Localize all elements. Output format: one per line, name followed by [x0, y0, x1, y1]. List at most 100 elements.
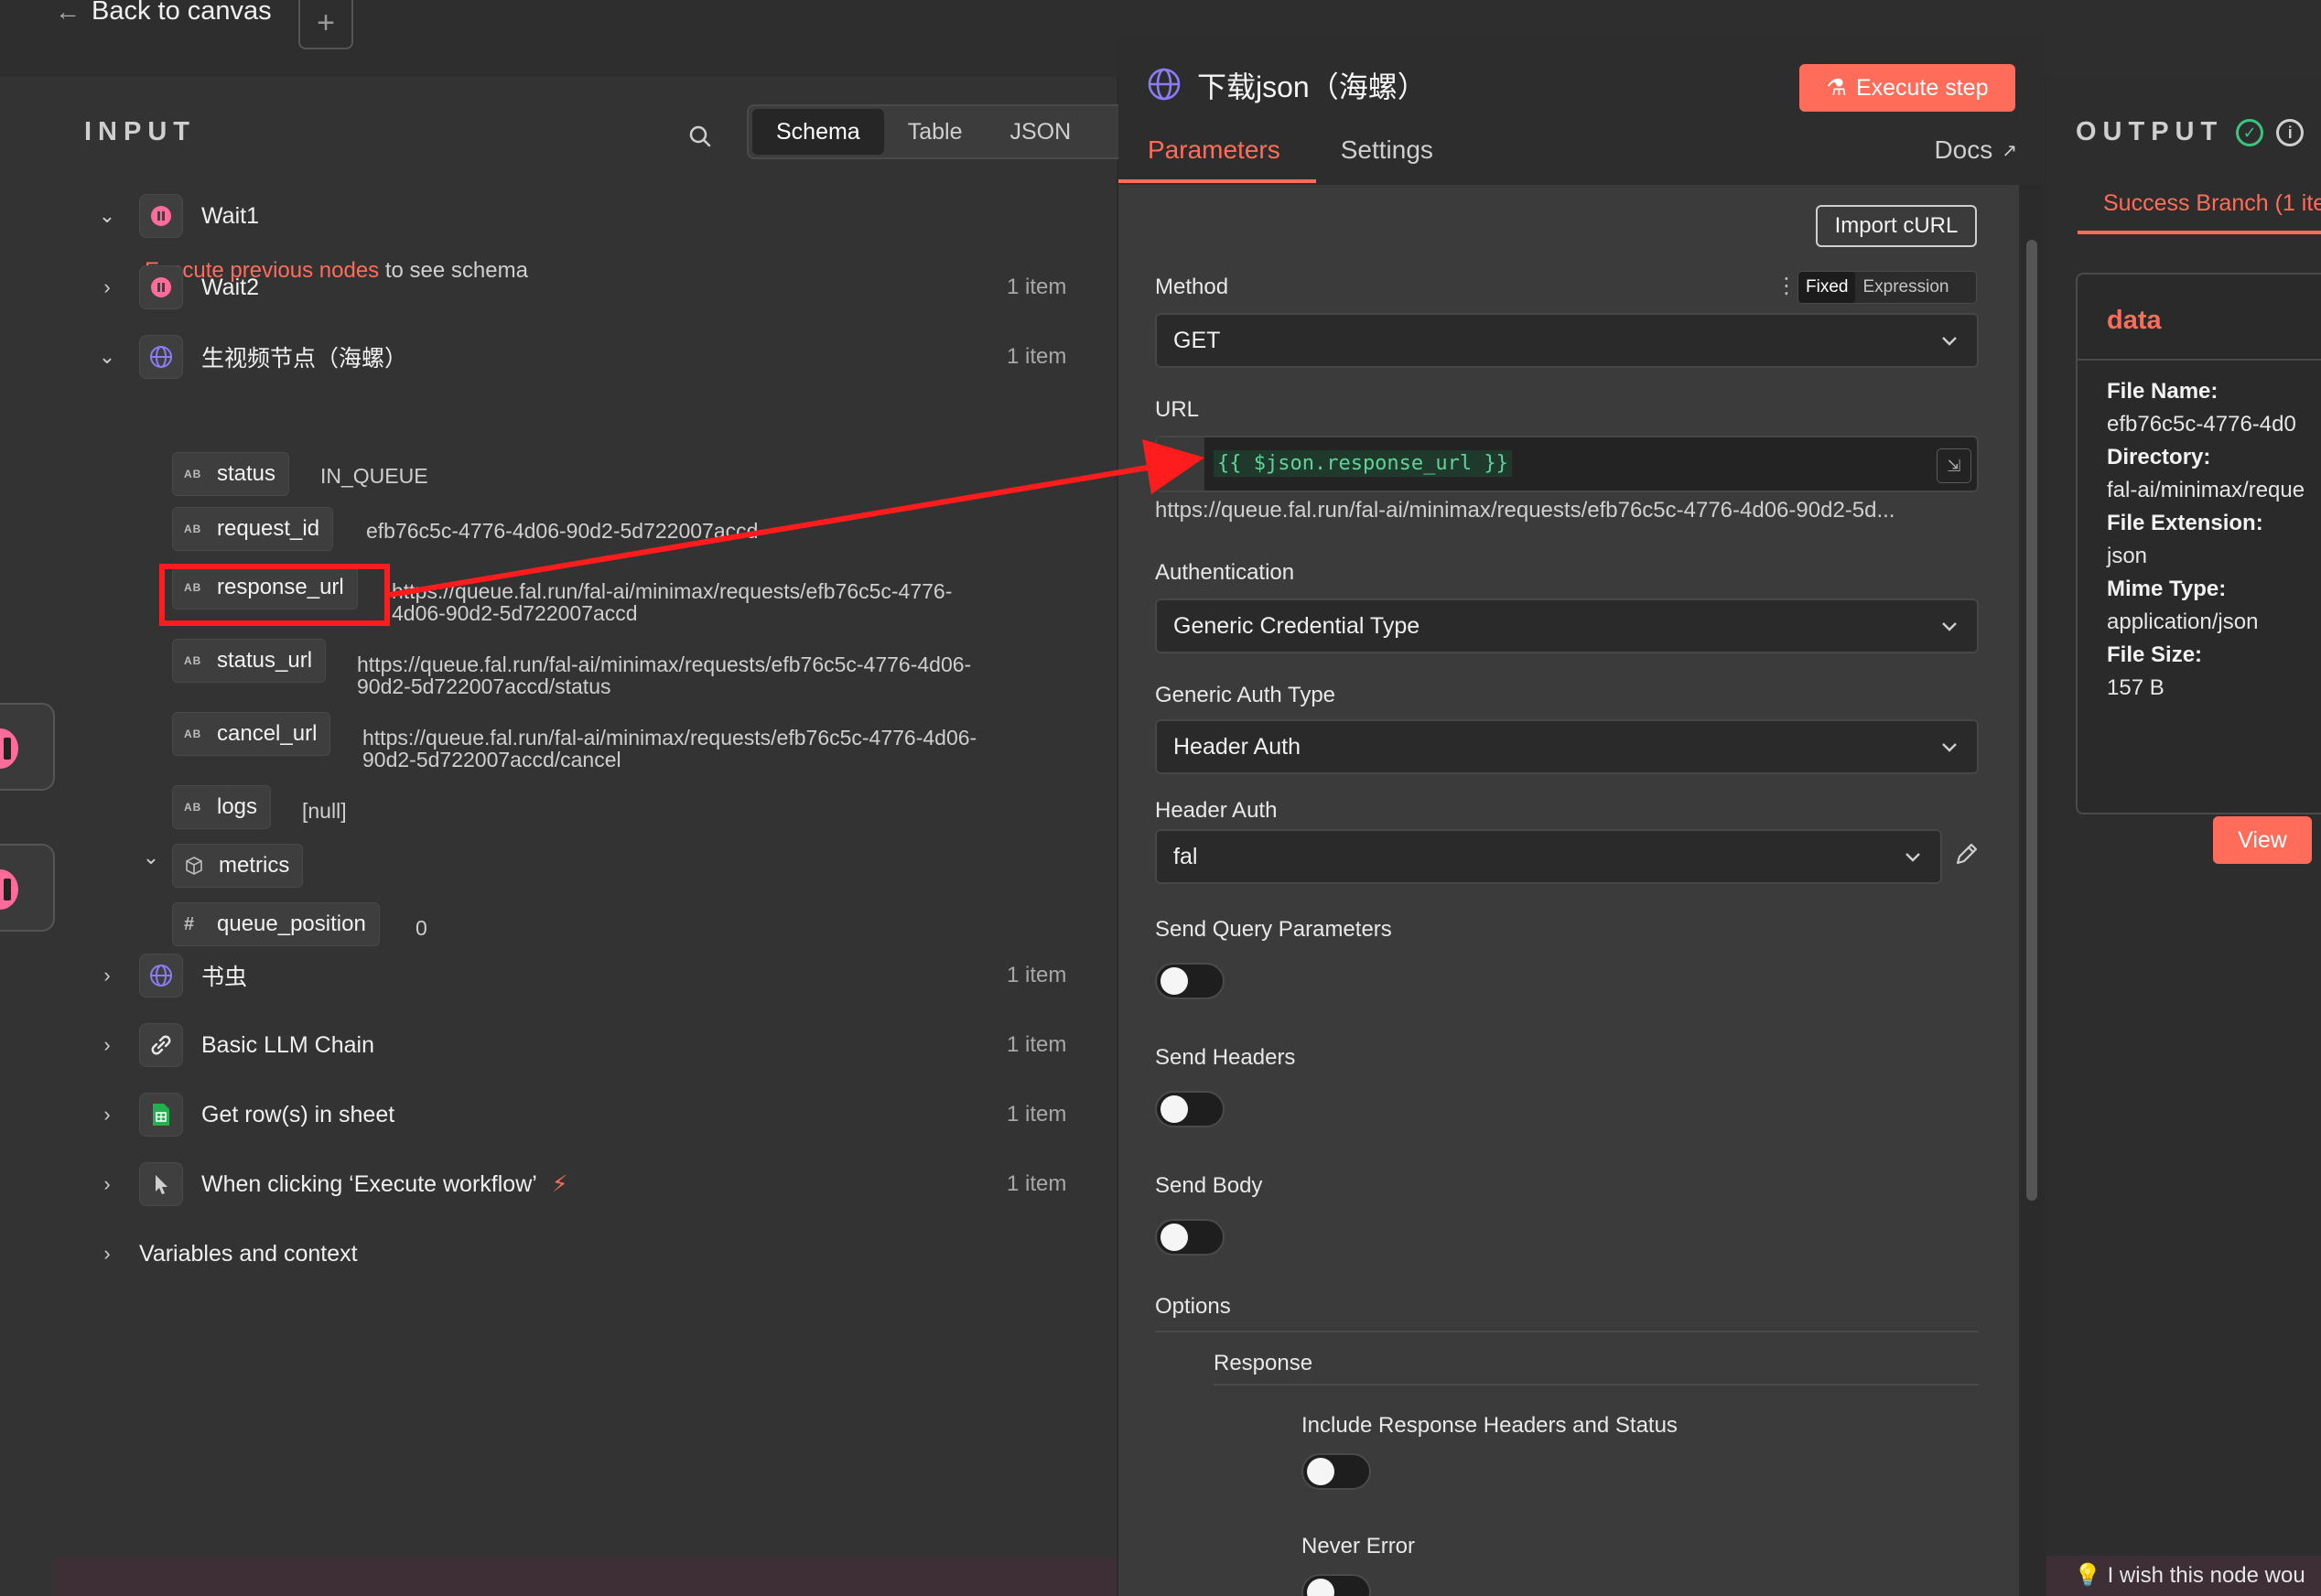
pencil-icon[interactable]	[1951, 838, 1982, 869]
parameters-tabs: Parameters Settings	[1148, 135, 1433, 165]
mime-type-value: application/json	[2107, 609, 2259, 634]
canvas-node-stub[interactable]	[0, 703, 55, 791]
include-headers-toggle[interactable]	[1301, 1453, 1371, 1490]
url-input[interactable]: fx {{ $json.response_url }} ⇲	[1155, 436, 1979, 492]
node-row-trigger[interactable]: › When clicking ‘Execute workflow’ ⚡ 1 i…	[55, 1157, 1117, 1212]
info-icon[interactable]: i	[2276, 118, 2305, 146]
scrollbar[interactable]	[2019, 185, 2045, 1596]
tab-settings[interactable]: Settings	[1341, 135, 1433, 165]
tab-json[interactable]: JSON	[986, 109, 1095, 155]
variables-and-context-row[interactable]: › Variables and context	[55, 1226, 1117, 1281]
canvas-node-stub[interactable]	[0, 844, 55, 932]
field-request-id[interactable]: AB request_id	[172, 507, 334, 551]
method-value: GET	[1173, 327, 1221, 353]
node-name: When clicking ‘Execute workflow’ ⚡	[201, 1170, 567, 1198]
back-to-canvas-link[interactable]: ← Back to canvas	[55, 0, 272, 27]
open-expression-editor-icon[interactable]: ⇲	[1937, 448, 1971, 483]
string-type-icon: AB	[184, 728, 202, 740]
tab-schema[interactable]: Schema	[752, 109, 884, 155]
chevron-right-icon[interactable]: ›	[93, 1240, 121, 1267]
send-headers-label: Send Headers	[1155, 1045, 1296, 1070]
parameters-header: 下载json（海螺） ⚗ Execute step Parameters Set…	[1118, 33, 2045, 185]
node-row-sheet[interactable]: › Get row(s) in sheet 1 item	[55, 1087, 1117, 1142]
chevron-down-icon	[1942, 337, 1957, 346]
chevron-right-icon[interactable]: ›	[93, 274, 121, 301]
feedback-bar[interactable]: 💡 I wish this node wou	[2046, 1556, 2321, 1596]
chevron-down-icon[interactable]: ⌄	[137, 844, 165, 871]
file-size-key: File Size:	[2107, 642, 2203, 667]
field-queue-position[interactable]: # queue_position	[172, 902, 380, 946]
fixed-option[interactable]: Fixed	[1798, 272, 1856, 303]
header-auth-label: Header Auth	[1155, 798, 1278, 823]
url-expression: {{ $json.response_url }}	[1214, 450, 1512, 477]
chevron-right-icon[interactable]: ›	[93, 1101, 121, 1128]
chevron-down-icon[interactable]: ⌄	[93, 202, 121, 230]
never-error-toggle[interactable]	[1301, 1574, 1371, 1596]
view-mode-tabs: Schema Table JSON	[747, 104, 1142, 159]
search-icon[interactable]	[686, 123, 714, 150]
canvas-background	[0, 77, 55, 1596]
chevron-down-icon[interactable]: ⌄	[93, 343, 121, 371]
view-button[interactable]: View	[2213, 816, 2312, 864]
chevron-right-icon[interactable]: ›	[93, 962, 121, 989]
field-value-line: https://queue.fal.run/fal-ai/minimax/req…	[392, 579, 953, 603]
node-name: Basic LLM Chain	[201, 1031, 374, 1058]
field-key: status	[217, 461, 276, 486]
method-select[interactable]: GET	[1155, 313, 1979, 368]
scrollbar-thumb[interactable]	[2026, 240, 2037, 1201]
chevron-right-icon[interactable]: ›	[93, 1170, 121, 1198]
field-status-url[interactable]: AB status_url	[172, 639, 327, 683]
chevron-right-icon[interactable]: ›	[93, 1031, 121, 1059]
generic-auth-type-select[interactable]: Header Auth	[1155, 719, 1979, 774]
success-branch-tab[interactable]: Success Branch (1 ite	[2103, 190, 2321, 217]
file-extension-key: File Extension:	[2107, 511, 2263, 535]
send-body-toggle[interactable]	[1155, 1219, 1225, 1256]
field-metrics[interactable]: metrics	[172, 844, 304, 888]
expression-option[interactable]: Expression	[1855, 277, 1956, 297]
send-body-label: Send Body	[1155, 1173, 1263, 1198]
node-row-wait1[interactable]: ⌄ Wait1	[55, 189, 1117, 243]
authentication-label: Authentication	[1155, 560, 1295, 585]
docs-link[interactable]: Docs ↗	[1934, 135, 2017, 165]
header-auth-select[interactable]: fal	[1155, 829, 1942, 884]
field-cancel-url[interactable]: AB cancel_url	[172, 712, 331, 756]
node-row-llm-chain[interactable]: › Basic LLM Chain 1 item	[55, 1018, 1117, 1073]
node-title[interactable]: 下载json（海螺）	[1197, 64, 1427, 106]
node-row-shuchong[interactable]: › 书虫 1 item	[55, 948, 1117, 1003]
item-count: 1 item	[1007, 1032, 1067, 1057]
pause-icon	[139, 194, 183, 238]
active-tab-indicator	[2078, 231, 2321, 234]
node-row-video[interactable]: ⌄ 生视频节点（海螺） 1 item	[55, 329, 1117, 384]
directory-key: Directory:	[2107, 445, 2211, 469]
add-tab-button[interactable]: +	[298, 0, 353, 49]
fixed-expression-toggle: Fixed Expression	[1797, 271, 1977, 304]
response-label: Response	[1214, 1351, 1313, 1375]
send-headers-toggle[interactable]	[1155, 1091, 1225, 1127]
send-query-toggle[interactable]	[1155, 963, 1225, 999]
node-row-wait2[interactable]: › Wait2 1 item	[55, 260, 1117, 315]
back-arrow-icon: ←	[55, 0, 81, 26]
input-title: INPUT	[84, 117, 196, 146]
field-value: [null]	[302, 799, 347, 823]
field-status[interactable]: AB status	[172, 452, 290, 496]
number-type-icon: #	[184, 913, 196, 934]
execute-step-button[interactable]: ⚗ Execute step	[1799, 64, 2015, 112]
tab-table[interactable]: Table	[884, 109, 987, 155]
output-title: OUTPUT	[2076, 117, 2224, 146]
field-key: queue_position	[217, 911, 366, 936]
options-label: Options	[1155, 1294, 1231, 1319]
more-options-icon[interactable]: ⋮	[1776, 273, 1797, 299]
file-name-value: efb76c5c-4776-4d0	[2107, 412, 2296, 437]
import-curl-button[interactable]: Import cURL	[1816, 205, 1977, 247]
tab-parameters[interactable]: Parameters	[1148, 135, 1280, 165]
field-logs[interactable]: AB logs	[172, 785, 272, 829]
string-type-icon: AB	[184, 801, 202, 814]
external-link-icon: ↗	[2002, 140, 2017, 161]
binary-data-card: data File Name: efb76c5c-4776-4d0 Direct…	[2076, 273, 2321, 864]
object-type-icon	[186, 857, 202, 875]
authentication-select[interactable]: Generic Credential Type	[1155, 598, 1979, 653]
url-label: URL	[1155, 397, 1200, 422]
globe-icon	[139, 335, 183, 379]
execute-step-label: Execute step	[1855, 74, 1989, 101]
field-value: https://queue.fal.run/fal-ai/minimax/req…	[357, 653, 971, 697]
